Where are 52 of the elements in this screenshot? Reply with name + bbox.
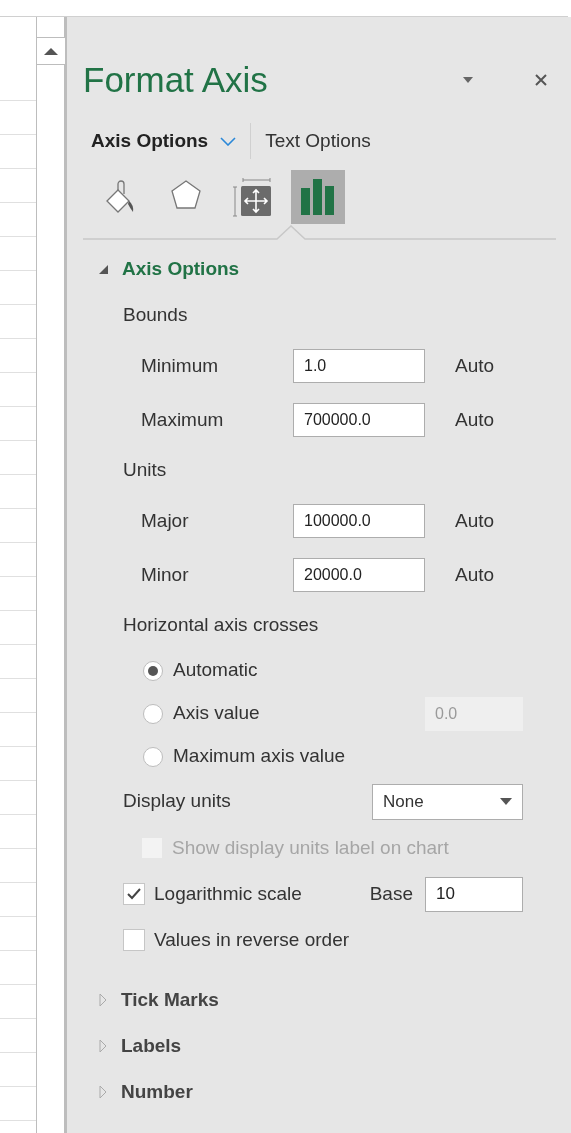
checkbox[interactable]: [123, 929, 145, 951]
input-field[interactable]: 1.0: [293, 349, 425, 383]
radio-button[interactable]: [143, 660, 163, 681]
input-field[interactable]: 10: [425, 876, 523, 912]
group-label: Horizontal axis crosses: [123, 613, 319, 638]
section-header[interactable]: Axis Options: [83, 246, 571, 292]
checkbox-label: Show display units label on chart: [172, 835, 449, 860]
radio-label: Automatic: [173, 658, 258, 683]
radio-button[interactable]: [143, 703, 163, 724]
options-tab[interactable]: Text Options: [251, 123, 371, 159]
collapsed-triangle-icon: [99, 1039, 107, 1053]
auto-button[interactable]: Auto: [455, 405, 495, 435]
section-header[interactable]: Tick Marks: [83, 977, 571, 1023]
category-tab[interactable]: [291, 170, 345, 224]
expanded-triangle-icon: [99, 264, 108, 274]
radio-button[interactable]: [143, 746, 163, 767]
collapsed-triangle-icon: [99, 1085, 107, 1099]
collapsed-triangle-icon: [99, 993, 107, 1007]
close-icon[interactable]: [535, 74, 547, 86]
field-label: Minor: [141, 562, 190, 587]
chevron-down-icon: [220, 136, 237, 146]
checkmark-icon: [127, 888, 141, 900]
checkbox-label: Values in reverse order: [154, 927, 350, 952]
up-arrow-icon: [43, 47, 58, 55]
input-field[interactable]: 20000.0: [293, 558, 425, 592]
checkbox-label: Logarithmic scale: [154, 881, 302, 906]
auto-button[interactable]: Auto: [455, 560, 495, 590]
radio-label: Maximum axis value: [173, 744, 346, 769]
radio-label: Axis value: [173, 701, 260, 726]
field-label: Major: [141, 508, 190, 533]
field-label: Minimum: [141, 353, 220, 378]
section-header[interactable]: Number: [83, 1069, 571, 1115]
input-field[interactable]: 700000.0: [293, 403, 425, 437]
dropdown[interactable]: None: [372, 783, 523, 820]
input-field[interactable]: 100000.0: [293, 504, 425, 538]
checkbox[interactable]: [123, 883, 145, 905]
field-label: Maximum: [141, 407, 225, 432]
auto-button[interactable]: Auto: [455, 351, 495, 381]
group-label: Units: [123, 458, 167, 483]
section-header[interactable]: Labels: [83, 1023, 571, 1069]
options-tab[interactable]: Axis Options: [91, 123, 252, 159]
pane-title: Format Axis: [83, 58, 268, 101]
group-label: Bounds: [123, 303, 188, 328]
paint-bucket-icon: [104, 180, 136, 214]
bar-chart-icon: [301, 179, 335, 215]
auto-button[interactable]: Auto: [455, 506, 495, 536]
dropdown-caret-icon[interactable]: [463, 77, 473, 83]
caret-icon: [500, 798, 512, 805]
scroll-up-button[interactable]: [35, 37, 66, 65]
field-label: Display units: [123, 789, 231, 814]
move-arrows-icon: [233, 177, 271, 217]
field-label: Base: [369, 881, 413, 906]
